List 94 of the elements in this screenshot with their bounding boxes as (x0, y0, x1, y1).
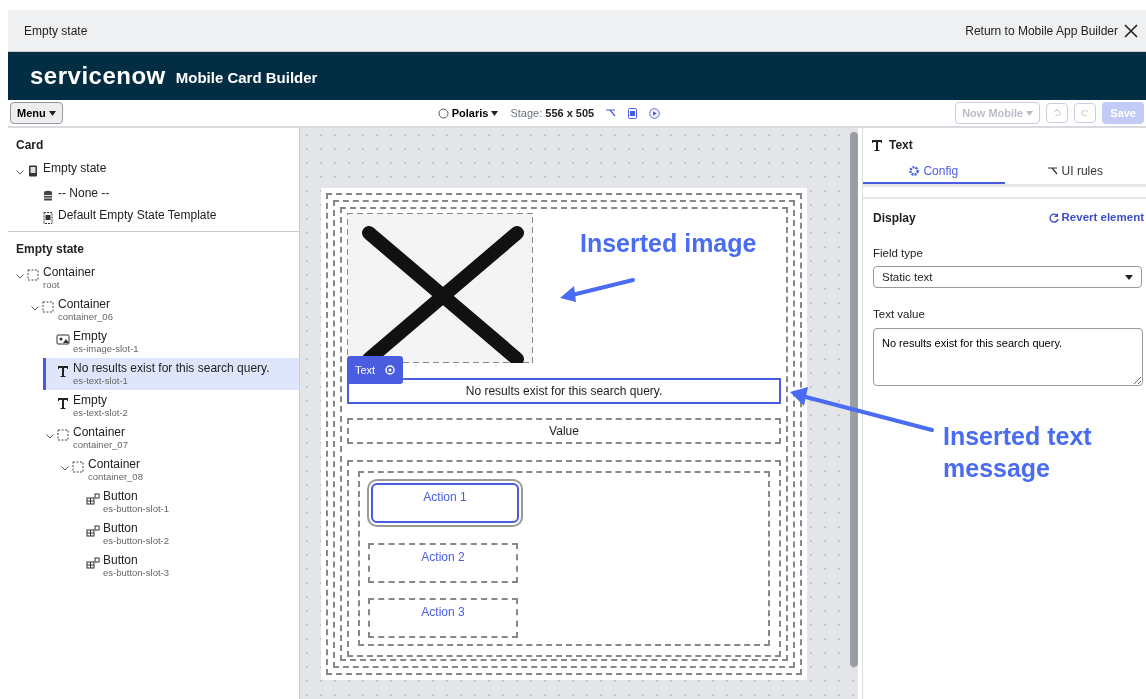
text-icon (871, 139, 883, 151)
widget-icon (86, 492, 100, 505)
item-id: container_07 (73, 438, 128, 451)
field-label: Text value (872, 307, 926, 323)
tab[interactable]: UI rules (1004, 158, 1146, 184)
image-icon (56, 332, 70, 345)
tree-item[interactable]: Container root (16, 261, 299, 294)
item-title: Container (88, 456, 142, 471)
tree-item[interactable]: -- None -- (31, 182, 299, 205)
branch-icon (1047, 167, 1058, 175)
item-title: Empty (73, 328, 108, 343)
item-id: es-button-slot-1 (103, 502, 169, 515)
item-id: root (43, 278, 61, 291)
item-title: Button (103, 552, 139, 567)
text-icon (56, 396, 70, 409)
item-title: Button (103, 520, 139, 535)
menu-button[interactable]: Menu (10, 101, 63, 125)
revert-link[interactable]: Revert element (1048, 209, 1144, 227)
template-icon (41, 211, 55, 224)
text-icon (56, 364, 70, 377)
element-tag[interactable]: Text (347, 356, 404, 384)
play-icon (649, 107, 661, 119)
undo-button[interactable] (1046, 103, 1069, 123)
section-title: Card (15, 137, 45, 154)
item-id: es-image-slot-1 (73, 342, 139, 355)
item-id: es-button-slot-3 (103, 566, 169, 579)
item-id: es-text-slot-2 (73, 406, 128, 419)
settings-icon (385, 365, 396, 375)
caret-icon (491, 111, 499, 117)
palette-icon (437, 107, 449, 119)
tree-item[interactable]: Button es-button-slot-2 (76, 517, 299, 550)
action-button[interactable]: Action 2 (368, 543, 518, 583)
item-title: Button (103, 488, 139, 503)
tree-item[interactable]: Container container_08 (61, 453, 299, 486)
redo-button[interactable] (1074, 103, 1097, 123)
tree-item[interactable]: Empty es-image-slot-1 (46, 325, 299, 358)
refresh-icon (1048, 213, 1059, 223)
phone-icon (26, 165, 40, 177)
phone-icon (628, 107, 638, 119)
item-title: Empty (73, 392, 108, 407)
widget-icon (86, 524, 100, 537)
undo-icon (1053, 108, 1062, 118)
tag-label: Text (355, 363, 376, 378)
caret-icon (48, 111, 56, 117)
tree-item[interactable]: Empty state (16, 158, 299, 183)
stage-label: Stage: (510, 105, 543, 121)
item-title: Container (58, 296, 112, 311)
section-title: Empty state (15, 240, 86, 258)
widget-icon (86, 556, 100, 569)
database-icon (41, 189, 55, 202)
tree-item[interactable]: Container container_06 (31, 293, 299, 326)
item-title: Container (73, 424, 127, 439)
tree-item[interactable]: Default Empty State Template (31, 204, 299, 227)
tree-item[interactable]: No results exist for this search query. es-text-slot-1 (43, 357, 299, 390)
item-title: No results exist for this search query. (73, 360, 270, 375)
dashed-square-icon (41, 300, 55, 313)
dashed-square-icon (56, 428, 70, 441)
tree-item[interactable]: Container container_07 (46, 421, 299, 454)
value-element[interactable]: Value (549, 424, 579, 438)
stage-size: 556 x 505 (545, 105, 595, 121)
branch-icon (606, 109, 617, 117)
caret-icon (1125, 274, 1133, 280)
product-title: Mobile Card Builder (175, 67, 318, 88)
field-label: Field type (872, 246, 924, 261)
close-icon (1124, 23, 1138, 38)
theme-dropdown[interactable]: Polaris (451, 104, 499, 122)
gear-icon (909, 166, 920, 176)
panel-title: Text (889, 137, 913, 154)
action-button[interactable]: Action 3 (368, 598, 518, 638)
tab[interactable]: Config (863, 158, 1005, 184)
item-title: Default Empty State Template (58, 207, 217, 222)
item-title: Empty state (43, 161, 107, 175)
scrollbar[interactable] (850, 132, 858, 667)
annotation-text: Inserted text message (943, 421, 1093, 484)
tree-item[interactable]: Button es-button-slot-3 (76, 549, 299, 582)
field-type-select[interactable]: Static text (873, 266, 1142, 289)
redo-icon (1081, 108, 1090, 118)
section-title: Display (873, 210, 916, 227)
item-id: container_06 (58, 310, 113, 323)
tree-item[interactable]: Empty es-text-slot-2 (46, 389, 299, 422)
return-link[interactable]: Return to Mobile App Builder (965, 21, 1118, 40)
dashed-square-icon (71, 460, 85, 473)
item-id: container_08 (88, 470, 143, 483)
text-value-field[interactable]: No results exist for this search query. (873, 327, 1143, 386)
annotation-text: Inserted image (580, 228, 757, 259)
item-id: es-button-slot-2 (103, 534, 169, 547)
logo: servicenow (30, 61, 166, 91)
tree-item[interactable]: Button es-button-slot-1 (76, 485, 299, 518)
item-title: Container (43, 264, 96, 279)
window-title: Empty state (24, 22, 88, 40)
dashed-square-icon (26, 268, 40, 281)
item-title: -- None -- (58, 185, 110, 200)
caret-icon (1026, 111, 1034, 117)
item-id: es-text-slot-1 (73, 374, 129, 387)
